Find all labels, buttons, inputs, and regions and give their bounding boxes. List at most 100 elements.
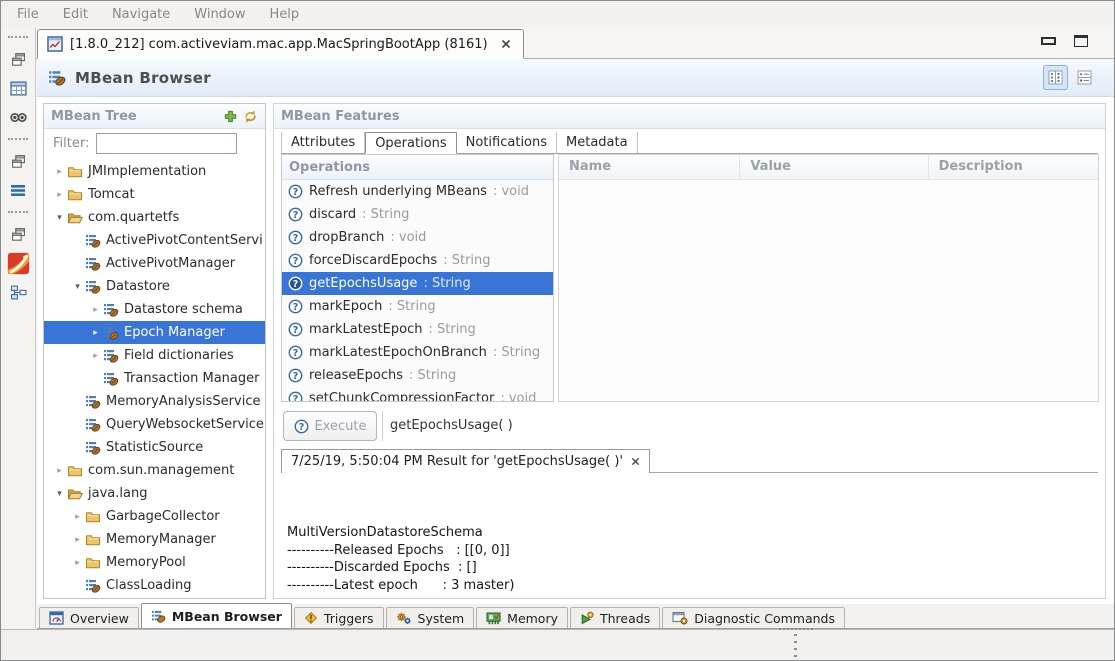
tree-item-label: JMImplementation (88, 164, 206, 179)
operation-return-type: : String (362, 207, 409, 222)
operation-item[interactable]: ?markEpoch : String (282, 295, 553, 318)
result-tab[interactable]: 7/25/19, 5:50:04 PM Result for 'getEpoch… (281, 449, 650, 473)
filter-input[interactable] (96, 133, 237, 154)
tree-item[interactable]: ▸com.sun.management (44, 459, 265, 482)
operation-item[interactable]: ?markLatestEpoch : String (282, 318, 553, 341)
binoculars-icon[interactable] (5, 104, 31, 130)
result-line: ----------Discarded Epochs : [] (287, 559, 514, 577)
bottom-tab-mbean-browser[interactable]: MBean Browser (141, 603, 292, 628)
close-icon[interactable] (631, 457, 640, 466)
layout-horizontal-button[interactable] (1072, 65, 1097, 90)
operation-name: markLatestEpoch (309, 322, 422, 337)
tree-item[interactable]: ▸Field dictionaries (44, 344, 265, 367)
tree-item[interactable]: ▸GarbageCollector (44, 505, 265, 528)
tree-item[interactable]: ▾Datastore (44, 275, 265, 298)
operations-list: ?Refresh underlying MBeans : void?discar… (282, 180, 553, 402)
refresh-icon[interactable] (243, 109, 258, 124)
bottom-tab-bar: OverviewMBean BrowserTriggers System Memor… (37, 604, 1114, 629)
bottom-tab-system[interactable]: System (386, 607, 475, 628)
bottom-tab-memory[interactable]: Memory (476, 607, 568, 628)
sash-grip-handle[interactable] (794, 634, 797, 658)
minimize-button[interactable] (1041, 37, 1056, 45)
folder-icon (67, 164, 83, 180)
expander-collapsed-icon[interactable]: ▸ (88, 328, 103, 338)
expander-expanded-icon[interactable]: ▾ (70, 282, 85, 292)
tree-item[interactable]: ActivePivotManager (44, 252, 265, 275)
close-icon[interactable] (501, 39, 511, 49)
menu-item-file[interactable]: File (5, 3, 51, 26)
tree-item[interactable]: ▸ Tomcat (44, 183, 265, 206)
restore-window-icon[interactable] (5, 46, 31, 72)
restore-window-icon[interactable] (5, 221, 31, 247)
tab-operations[interactable]: Operations (365, 132, 456, 154)
tree-item[interactable]: ▸Datastore schema (44, 298, 265, 321)
toolbar-separator (8, 211, 28, 213)
operation-item[interactable]: ?dropBranch : void (282, 226, 553, 249)
menu-item-help[interactable]: Help (258, 3, 312, 26)
tab-metadata[interactable]: Metadata (557, 132, 638, 153)
bottom-tab-diagnostic-commands[interactable]: Diagnostic Commands (662, 607, 845, 628)
column-header-name[interactable]: Name (559, 155, 739, 179)
tree-item[interactable]: ▸ JMImplementation (44, 160, 265, 183)
table-view-icon[interactable] (5, 75, 31, 101)
tree-item[interactable]: MemoryAnalysisService (44, 390, 265, 413)
operation-item[interactable]: ?markLatestEpochOnBranch : String (282, 341, 553, 364)
tree-item[interactable]: ActivePivotContentServi (44, 229, 265, 252)
expander-collapsed-icon[interactable]: ▸ (52, 167, 67, 177)
operation-item[interactable]: ?discard : String (282, 203, 553, 226)
restore-window-icon[interactable] (5, 148, 31, 174)
add-mbean-icon[interactable] (224, 110, 237, 123)
tab-notifications[interactable]: Notifications (457, 132, 557, 153)
tree-item[interactable]: ▾com.quartetfs (44, 206, 265, 229)
column-header-value[interactable]: Value (739, 155, 927, 179)
expander-collapsed-icon[interactable]: ▸ (52, 466, 67, 476)
operation-item[interactable]: ?setChunkCompressionFactor : void (282, 387, 553, 402)
expander-collapsed-icon[interactable]: ▸ (70, 558, 85, 568)
expander-collapsed-icon[interactable]: ▸ (70, 535, 85, 545)
tree-item[interactable]: ClassLoading (44, 574, 265, 597)
expander-collapsed-icon[interactable]: ▸ (70, 512, 85, 522)
editor-tab-strip: [1.8.0_212] com.activeviam.mac.app.MacSp… (36, 27, 1114, 59)
tree-item[interactable]: ▸MemoryManager (44, 528, 265, 551)
column-header-description[interactable]: Description (928, 155, 1098, 179)
operation-item[interactable]: ?Refresh underlying MBeans : void (282, 180, 553, 203)
bottom-tab-triggers[interactable]: Triggers (294, 607, 384, 628)
tree-item[interactable]: ▸MemoryPool (44, 551, 265, 574)
tree-item[interactable]: Transaction Manager (44, 367, 265, 390)
tab-attributes[interactable]: Attributes (281, 132, 365, 153)
bottom-tab-overview[interactable]: Overview (39, 607, 139, 628)
tree-item[interactable]: ▸Epoch Manager (44, 321, 265, 344)
operation-item[interactable]: ?getEpochsUsage : String (282, 272, 553, 295)
expander-collapsed-icon[interactable]: ▸ (88, 305, 103, 315)
mission-control-icon[interactable] (5, 250, 31, 276)
tree-item[interactable]: StatisticSource (44, 436, 265, 459)
menu-item-window[interactable]: Window (182, 3, 257, 26)
menu-item-edit[interactable]: Edit (51, 3, 100, 26)
operation-item[interactable]: ?releaseEpochs : String (282, 364, 553, 387)
filter-label: Filter: (53, 136, 89, 151)
expander-collapsed-icon[interactable]: ▸ (52, 190, 67, 200)
operation-return-type: : void (390, 230, 426, 245)
expander-expanded-icon[interactable]: ▾ (52, 489, 67, 499)
bottom-tab-label: System (418, 611, 465, 626)
hierarchy-icon[interactable] (5, 279, 31, 305)
sash-grip[interactable] (779, 628, 813, 630)
tree-item[interactable]: QueryWebsocketService (44, 413, 265, 436)
editor-tab[interactable]: [1.8.0_212] com.activeviam.mac.app.MacSp… (37, 29, 524, 59)
execute-button[interactable]: ? Execute (283, 411, 377, 441)
operation-return-type: : String (388, 299, 435, 314)
layout-vertical-button[interactable] (1043, 65, 1068, 90)
tree-item[interactable]: ▾java.lang (44, 482, 265, 505)
operation-item[interactable]: ?forceDiscardEpochs : String (282, 249, 553, 272)
tree-item-label: Tomcat (88, 187, 135, 202)
mbean-features-panel: MBean Features AttributesOperationsNotif… (273, 103, 1106, 599)
operation-name: markEpoch (309, 299, 382, 314)
list-view-icon[interactable] (5, 177, 31, 203)
bottom-tab-threads[interactable]: Threads (570, 607, 660, 628)
operation-return-type: : String (423, 276, 470, 291)
menu-item-navigate[interactable]: Navigate (100, 3, 182, 26)
expander-expanded-icon[interactable]: ▾ (52, 213, 67, 223)
expander-collapsed-icon[interactable]: ▸ (88, 351, 103, 361)
result-tab-label: 7/25/19, 5:50:04 PM Result for 'getEpoch… (291, 454, 623, 469)
maximize-button[interactable] (1074, 35, 1088, 47)
